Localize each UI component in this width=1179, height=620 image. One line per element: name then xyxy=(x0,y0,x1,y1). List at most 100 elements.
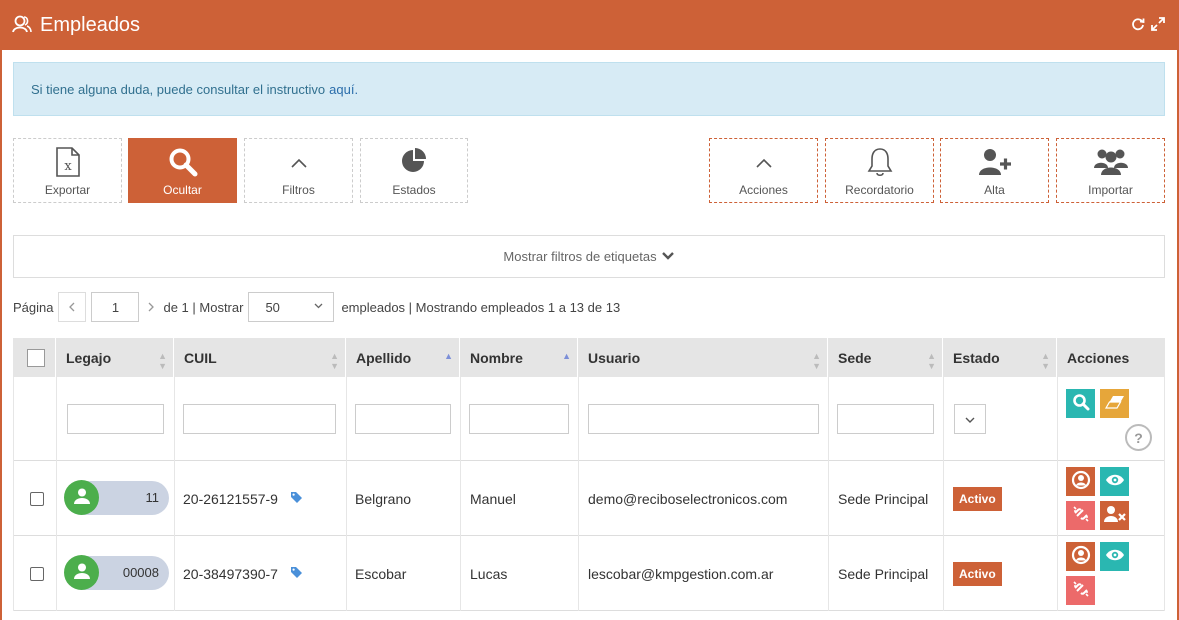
user-icon xyxy=(73,562,91,583)
sort-icon: ▲ ▼ xyxy=(927,351,936,371)
actions-button[interactable]: Acciones xyxy=(709,138,818,203)
legajo-filter-input[interactable] xyxy=(67,404,164,434)
panel-header: Empleados xyxy=(0,0,1179,50)
apply-filter-button[interactable] xyxy=(1066,389,1095,418)
status-badge: Activo xyxy=(953,561,1002,586)
avatar xyxy=(64,555,99,590)
sort-asc-icon: ▲ xyxy=(562,351,571,361)
usuario-filter-input[interactable] xyxy=(588,404,819,434)
header-usuario[interactable]: Usuario ▲ ▼ xyxy=(578,338,828,377)
nombre-value: Lucas xyxy=(470,565,508,582)
user-times-icon xyxy=(1103,505,1126,526)
header-estado[interactable]: Estado ▲ ▼ xyxy=(943,338,1057,377)
column-divider xyxy=(943,377,944,611)
avatar xyxy=(64,480,99,515)
column-divider xyxy=(174,377,175,611)
page-title: Empleados xyxy=(40,13,141,36)
unlink-icon xyxy=(1072,580,1090,601)
per-page-select[interactable]: 50 xyxy=(248,292,335,322)
chevron-left-icon xyxy=(68,300,76,315)
estado-filter-select[interactable] xyxy=(954,404,986,434)
excel-file-icon: x xyxy=(55,147,81,180)
search-icon xyxy=(1072,393,1090,414)
users-group-icon xyxy=(1093,147,1129,180)
sede-value: Sede Principal xyxy=(838,565,929,582)
apellido-value: Escobar xyxy=(355,565,407,582)
unlink-button[interactable] xyxy=(1066,501,1095,530)
page-of-text: de 1 | Mostrar xyxy=(163,299,244,315)
tag-filters-toggle[interactable]: Mostrar filtros de etiquetas xyxy=(13,235,1165,278)
view-details-button[interactable] xyxy=(1100,542,1129,571)
header-acciones: Acciones xyxy=(1067,349,1130,366)
expand-icon[interactable] xyxy=(1151,17,1165,34)
filter-row: ? xyxy=(13,377,1165,461)
header-nombre[interactable]: Nombre ▲ xyxy=(460,338,578,377)
unlink-button[interactable] xyxy=(1066,576,1095,605)
view-profile-button[interactable] xyxy=(1066,542,1095,571)
next-page-button[interactable] xyxy=(141,292,161,322)
table-row: 00008 20-38497390-7 Escobar Lucas lescob… xyxy=(13,536,1165,611)
chevron-down-icon xyxy=(965,412,975,427)
column-divider xyxy=(578,377,579,611)
column-divider xyxy=(828,377,829,611)
apellido-value: Belgrano xyxy=(355,490,412,507)
sort-icon: ▲ ▼ xyxy=(158,351,167,371)
column-divider xyxy=(1057,377,1058,611)
help-icon[interactable]: ? xyxy=(1125,424,1152,451)
info-text: Si tiene alguna duda, puede consultar el… xyxy=(31,81,326,97)
table-header: Legajo ▲ ▼ CUIL ▲ ▼ Apellido ▲ Nombre ▲ Usuari… xyxy=(13,338,1165,377)
clear-filter-button[interactable] xyxy=(1100,389,1129,418)
nombre-filter-input[interactable] xyxy=(469,404,569,434)
filters-button[interactable]: Filtros xyxy=(244,138,353,203)
estados-button[interactable]: Estados xyxy=(360,138,468,203)
eye-icon xyxy=(1105,548,1125,565)
search-icon xyxy=(168,147,198,180)
column-divider xyxy=(346,377,347,611)
export-button[interactable]: x Exportar xyxy=(13,138,122,203)
refresh-icon[interactable] xyxy=(1131,17,1145,34)
user-circle-icon xyxy=(1071,545,1091,568)
chevron-down-icon xyxy=(657,249,675,264)
page-input[interactable]: 1 xyxy=(91,292,140,322)
row-checkbox[interactable] xyxy=(30,566,44,581)
nombre-value: Manuel xyxy=(470,490,516,507)
row-checkbox[interactable] xyxy=(30,491,44,506)
select-all-checkbox[interactable] xyxy=(27,348,45,367)
add-employee-button[interactable]: Alta xyxy=(940,138,1049,203)
header-sede[interactable]: Sede ▲ ▼ xyxy=(828,338,943,377)
sort-icon: ▲ ▼ xyxy=(812,351,821,371)
import-button[interactable]: Importar xyxy=(1056,138,1165,203)
info-alert: Si tiene alguna duda, puede consultar el… xyxy=(13,62,1165,116)
cuil-filter-input[interactable] xyxy=(183,404,336,434)
prev-page-button[interactable] xyxy=(58,292,87,322)
header-cuil[interactable]: CUIL ▲ ▼ xyxy=(174,338,346,377)
apellido-filter-input[interactable] xyxy=(355,404,451,434)
pager-summary: empleados | Mostrando empleados 1 a 13 d… xyxy=(341,299,621,315)
bell-icon xyxy=(866,147,894,180)
chevron-up-icon xyxy=(755,157,773,172)
reminder-button[interactable]: Recordatorio xyxy=(825,138,934,203)
users-icon xyxy=(12,14,32,37)
instructivo-link[interactable]: aquí. xyxy=(329,82,358,97)
pie-chart-icon xyxy=(400,147,428,178)
table-row: 11 20-26121557-9 Belgrano Manuel demo@re… xyxy=(13,461,1165,536)
sede-filter-input[interactable] xyxy=(837,404,934,434)
header-legajo[interactable]: Legajo ▲ ▼ xyxy=(56,338,174,377)
user-circle-icon xyxy=(1071,470,1091,493)
sede-value: Sede Principal xyxy=(838,490,929,507)
usuario-value: lescobar@kmpgestion.com.ar xyxy=(588,565,774,582)
deactivate-user-button[interactable] xyxy=(1100,501,1129,530)
view-details-button[interactable] xyxy=(1100,467,1129,496)
status-badge: Activo xyxy=(953,486,1002,511)
tag-icon[interactable] xyxy=(290,491,303,507)
sort-icon: ▲ ▼ xyxy=(1041,351,1050,371)
tag-icon[interactable] xyxy=(290,566,303,582)
chevron-down-icon xyxy=(314,301,323,312)
view-profile-button[interactable] xyxy=(1066,467,1095,496)
header-apellido[interactable]: Apellido ▲ xyxy=(346,338,460,377)
chevron-up-icon xyxy=(290,157,308,172)
user-plus-icon xyxy=(978,147,1012,180)
column-divider xyxy=(1164,377,1165,611)
eraser-icon xyxy=(1104,395,1125,412)
hide-search-button[interactable]: Ocultar xyxy=(128,138,237,203)
